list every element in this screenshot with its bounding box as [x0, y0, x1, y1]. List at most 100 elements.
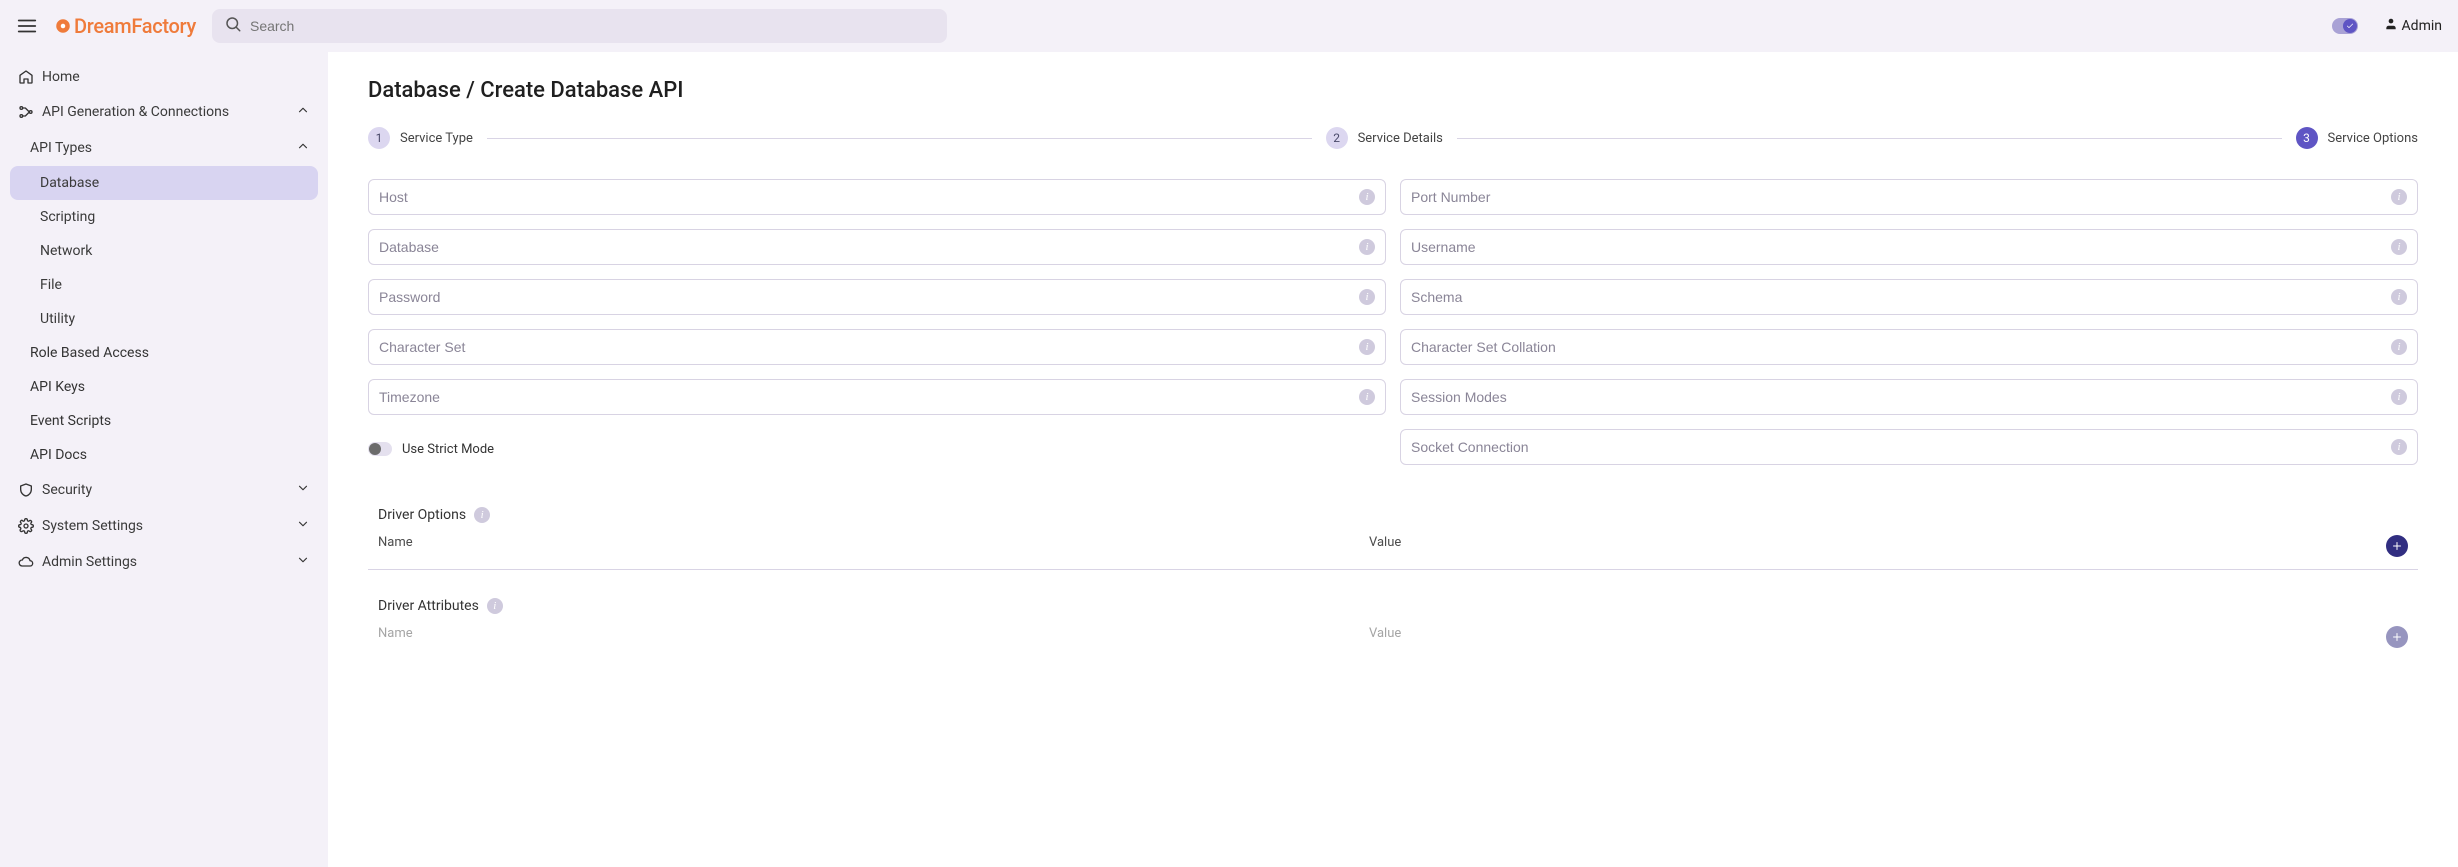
sidebar-item-label: API Keys [30, 379, 85, 395]
strict-mode-toggle[interactable] [368, 442, 392, 456]
nodes-icon [18, 104, 34, 120]
sidebar-item-network[interactable]: Network [10, 234, 318, 268]
step-divider [1457, 138, 2282, 139]
schema-input[interactable] [1411, 289, 2391, 305]
sidebar-item-label: Scripting [40, 209, 95, 225]
chevron-down-icon [296, 517, 310, 535]
menu-icon[interactable] [16, 15, 38, 37]
sidebar-item-api-gen[interactable]: API Generation & Connections [10, 94, 318, 130]
field-socket[interactable]: i [1400, 429, 2418, 465]
field-charset[interactable]: i [368, 329, 1386, 365]
host-input[interactable] [379, 189, 1359, 205]
field-database[interactable]: i [368, 229, 1386, 265]
user-icon [2384, 17, 2398, 35]
col-value: Value [1369, 535, 2360, 557]
info-icon[interactable]: i [474, 507, 490, 523]
sidebar-item-file[interactable]: File [10, 268, 318, 302]
step-label: Service Details [1358, 131, 1443, 146]
info-icon[interactable]: i [2391, 189, 2407, 205]
add-attribute-button[interactable] [2386, 626, 2408, 648]
database-input[interactable] [379, 239, 1359, 255]
sidebar-item-database[interactable]: Database [10, 166, 318, 200]
section-title: Driver Options [378, 507, 466, 523]
sidebar-item-home[interactable]: Home [10, 60, 318, 94]
step-number: 2 [1326, 127, 1348, 149]
chevron-down-icon [296, 481, 310, 499]
sidebar-item-label: API Generation & Connections [42, 104, 229, 120]
port-input[interactable] [1411, 189, 2391, 205]
session-modes-input[interactable] [1411, 389, 2391, 405]
sidebar-item-api-keys[interactable]: API Keys [10, 370, 318, 404]
gear-icon [54, 17, 72, 35]
info-icon[interactable]: i [2391, 389, 2407, 405]
sidebar: Home API Generation & Connections API Ty… [0, 52, 328, 867]
charset-input[interactable] [379, 339, 1359, 355]
field-timezone[interactable]: i [368, 379, 1386, 415]
sidebar-item-label: Database [40, 175, 99, 191]
sidebar-item-api-types[interactable]: API Types [10, 130, 318, 166]
field-username[interactable]: i [1400, 229, 2418, 265]
sidebar-item-api-docs[interactable]: API Docs [10, 438, 318, 472]
sidebar-item-admin-settings[interactable]: Admin Settings [10, 544, 318, 580]
stepper: 1 Service Type 2 Service Details 3 Servi… [368, 127, 2418, 149]
form-grid: i i i i i i i [368, 179, 2418, 465]
section-title: Driver Attributes [378, 598, 479, 614]
gear-icon [18, 518, 34, 534]
info-icon[interactable]: i [1359, 239, 1375, 255]
step-label: Service Type [400, 131, 473, 146]
field-collation[interactable]: i [1400, 329, 2418, 365]
step-service-details[interactable]: 2 Service Details [1326, 127, 1443, 149]
field-schema[interactable]: i [1400, 279, 2418, 315]
socket-input[interactable] [1411, 439, 2391, 455]
home-icon [18, 69, 34, 85]
add-option-button[interactable] [2386, 535, 2408, 557]
field-port[interactable]: i [1400, 179, 2418, 215]
field-session-modes[interactable]: i [1400, 379, 2418, 415]
logo[interactable]: DreamFactory [54, 14, 196, 38]
col-name: Name [378, 626, 1369, 648]
info-icon[interactable]: i [2391, 239, 2407, 255]
main-content: Database / Create Database API 1 Service… [328, 52, 2458, 867]
table-header: Name Value [368, 535, 2418, 570]
sidebar-item-label: Network [40, 243, 92, 259]
page-title: Database / Create Database API [368, 78, 2418, 103]
sidebar-item-label: API Types [30, 140, 92, 156]
shield-icon [18, 482, 34, 498]
sidebar-item-role-based[interactable]: Role Based Access [10, 336, 318, 370]
info-icon[interactable]: i [1359, 389, 1375, 405]
field-password[interactable]: i [368, 279, 1386, 315]
info-icon[interactable]: i [2391, 439, 2407, 455]
sidebar-item-utility[interactable]: Utility [10, 302, 318, 336]
sidebar-item-label: Home [42, 69, 80, 85]
info-icon[interactable]: i [2391, 289, 2407, 305]
password-input[interactable] [379, 289, 1359, 305]
sidebar-item-event-scripts[interactable]: Event Scripts [10, 404, 318, 438]
search-input[interactable] [250, 18, 935, 34]
step-service-options[interactable]: 3 Service Options [2296, 127, 2418, 149]
sidebar-item-scripting[interactable]: Scripting [10, 200, 318, 234]
info-icon[interactable]: i [487, 598, 503, 614]
admin-link[interactable]: Admin [2384, 17, 2442, 35]
collation-input[interactable] [1411, 339, 2391, 355]
info-icon[interactable]: i [1359, 189, 1375, 205]
logo-text: DreamFactory [74, 14, 196, 38]
table-header: Name Value [368, 626, 2418, 660]
sidebar-item-security[interactable]: Security [10, 472, 318, 508]
step-service-type[interactable]: 1 Service Type [368, 127, 473, 149]
sidebar-item-system-settings[interactable]: System Settings [10, 508, 318, 544]
info-icon[interactable]: i [1359, 339, 1375, 355]
step-number: 3 [2296, 127, 2318, 149]
timezone-input[interactable] [379, 389, 1359, 405]
strict-mode-row: Use Strict Mode [368, 429, 1386, 465]
header-toggle[interactable] [2332, 18, 2358, 34]
chevron-down-icon [296, 553, 310, 571]
sidebar-item-label: API Docs [30, 447, 87, 463]
username-input[interactable] [1411, 239, 2391, 255]
header-bar: DreamFactory Admin [0, 0, 2458, 52]
driver-options-section: Driver Options i Name Value [368, 507, 2418, 570]
sidebar-item-label: Security [42, 482, 92, 498]
field-host[interactable]: i [368, 179, 1386, 215]
info-icon[interactable]: i [2391, 339, 2407, 355]
info-icon[interactable]: i [1359, 289, 1375, 305]
search-box[interactable] [212, 9, 947, 43]
